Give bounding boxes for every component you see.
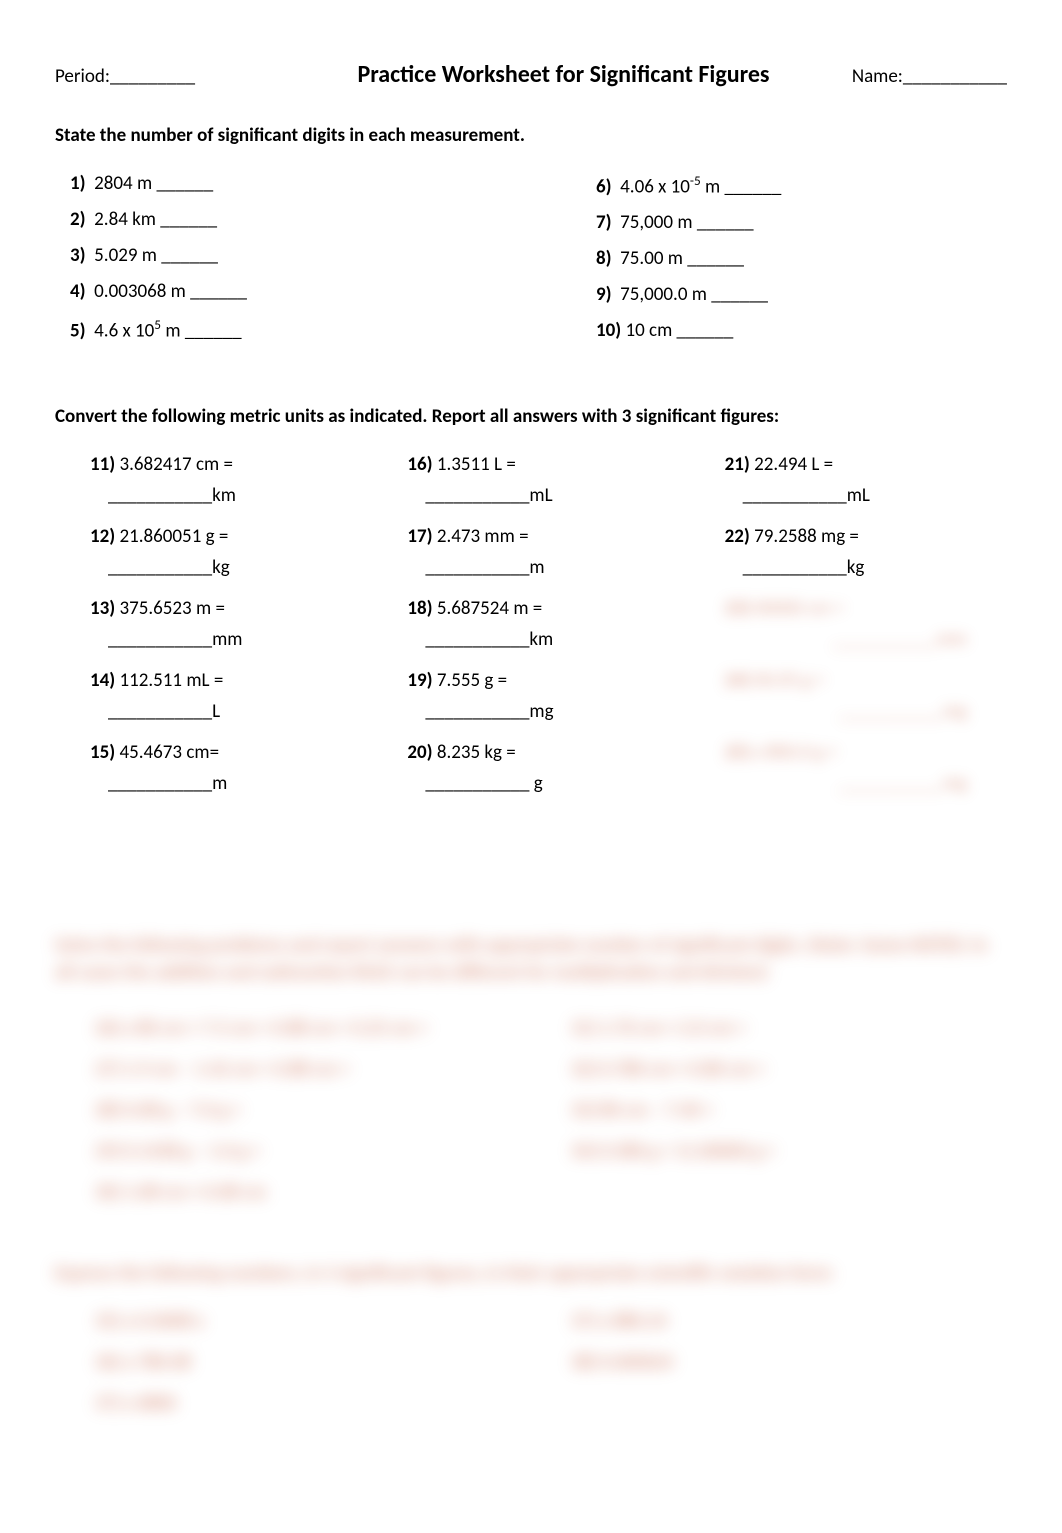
blurred-bottom-right: 37) x 880.24 38) 0.000024 (531, 1310, 1007, 1433)
blurred-right: 31) 1.70 cm × 2.0 cm = 32) 0.780 cm × 0.… (531, 1017, 1007, 1222)
blurred-instruction2: Express the following numbers, in 3 sign… (55, 1262, 1007, 1285)
q7: 7) 75,000 m ______ (581, 211, 1007, 234)
blurred-instruction: Solve the following problems and report … (55, 933, 1007, 986)
q25: 25) x 800.0 g =___________mg (725, 741, 1007, 795)
q9: 9) 75,000.0 m ______ (581, 283, 1007, 306)
blurred-scinot: 35) x 0.0008 x 36) x 780.08 37) x 6800 3… (55, 1310, 1007, 1433)
sigfig-section: 1) 2804 m ______ 2) 2.84 km ______ 3) 5.… (55, 172, 1007, 355)
q19: 19) 7.555 g =___________mg (407, 669, 689, 723)
q14: 14) 112.511 mL =___________L (90, 669, 372, 723)
blurred-problems: 26) x 80 cm + 7.5 cm + 0.88 cm + 0.25 cm… (55, 1017, 1007, 1222)
q17: 17) 2.473 mm =___________m (407, 525, 689, 579)
section1-instruction: State the number of significant digits i… (55, 124, 1007, 147)
q6: 6) 4.06 x 10-5 m ______ (581, 172, 1007, 198)
q15: 15) 45.4673 cm=___________m (90, 741, 372, 795)
q20: 20) 8.235 kg =___________ g (407, 741, 689, 795)
q18: 18) 5.687524 m =___________km (407, 597, 689, 651)
q1: 1) 2804 m ______ (55, 172, 481, 195)
q5: 5) 4.6 x 105 m ______ (55, 316, 481, 342)
name-field: Name:___________ (852, 65, 1007, 88)
q23: 23) 00000 cm =___________mm (725, 597, 1007, 651)
convert-section: 11) 3.682417 cm =___________km 12) 21.86… (55, 453, 1007, 813)
q10: 10) 10 cm ______ (581, 319, 1007, 342)
period-field: Period:_________ (55, 65, 195, 88)
sigfig-left-col: 1) 2804 m ______ 2) 2.84 km ______ 3) 5.… (55, 172, 481, 355)
blurred-left: 26) x 80 cm + 7.5 cm + 0.88 cm + 0.25 cm… (55, 1017, 531, 1222)
q12: 12) 21.860051 g =___________kg (90, 525, 372, 579)
q13: 13) 375.6523 m =___________mm (90, 597, 372, 651)
worksheet-title: Practice Worksheet for Significant Figur… (275, 60, 852, 89)
section2-instruction: Convert the following metric units as in… (55, 405, 1007, 428)
blurred-content: Solve the following problems and report … (55, 933, 1007, 1432)
convert-col3: 21) 22.494 L =___________mL 22) 79.2588 … (690, 453, 1007, 813)
q2: 2) 2.84 km ______ (55, 208, 481, 231)
q11: 11) 3.682417 cm =___________km (90, 453, 372, 507)
convert-col1: 11) 3.682417 cm =___________km 12) 21.86… (55, 453, 372, 813)
q16: 16) 1.3511 L =___________mL (407, 453, 689, 507)
q22: 22) 79.2588 mg =___________kg (725, 525, 1007, 579)
sigfig-right-col: 6) 4.06 x 10-5 m ______ 7) 75,000 m ____… (581, 172, 1007, 355)
q4: 4) 0.003068 m ______ (55, 280, 481, 303)
q8: 8) 75.00 m ______ (581, 247, 1007, 270)
q24: 24) 00.05 g =___________mg (725, 669, 1007, 723)
blurred-bottom-left: 35) x 0.0008 x 36) x 780.08 37) x 6800 (55, 1310, 531, 1433)
convert-col2: 16) 1.3511 L =___________mL 17) 2.473 mm… (372, 453, 689, 813)
q3: 3) 5.029 m ______ (55, 244, 481, 267)
worksheet-header: Period:_________ Practice Worksheet for … (55, 60, 1007, 89)
q21: 21) 22.494 L =___________mL (725, 453, 1007, 507)
